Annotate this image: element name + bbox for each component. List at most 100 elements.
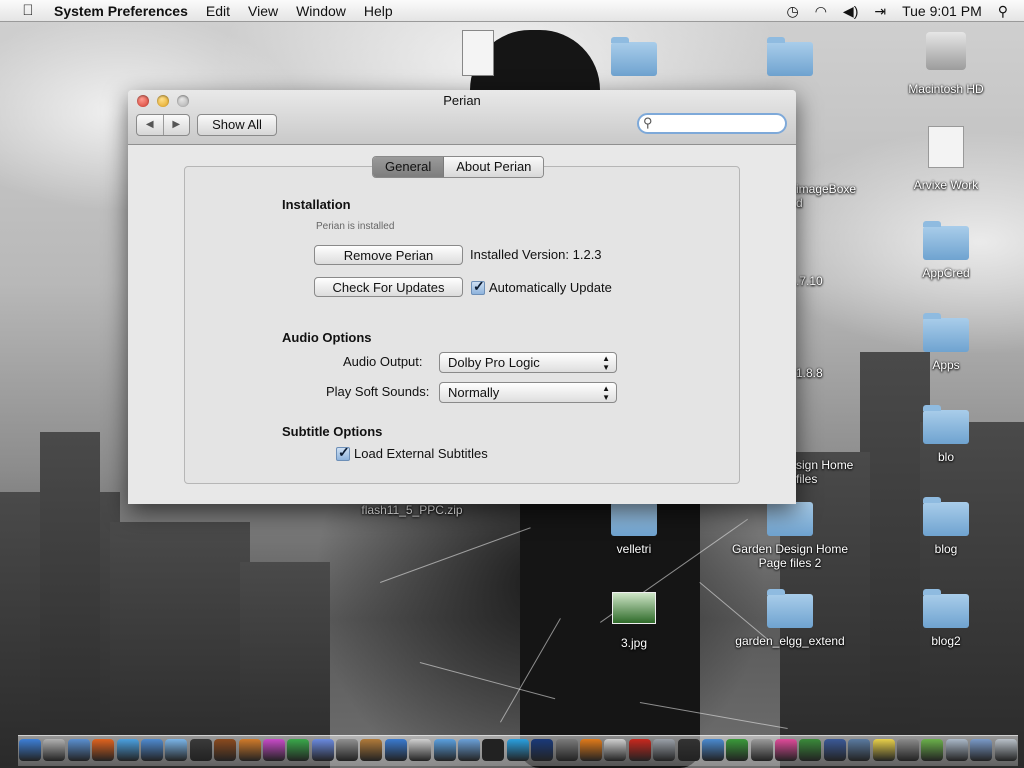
time-machine-icon[interactable]: ◷ (786, 3, 798, 20)
menu-view[interactable]: View (248, 3, 278, 19)
menu-edit[interactable]: Edit (206, 3, 230, 19)
back-arrow-icon[interactable]: ◀ (137, 115, 164, 135)
wifi-icon[interactable]: ◠ (815, 3, 827, 20)
stickies-icon[interactable] (873, 739, 895, 761)
firefox-icon[interactable] (92, 739, 114, 761)
desktop-icon-imageboxed[interactable]: imageBoxe d (796, 176, 866, 210)
ftp-icon[interactable] (263, 739, 285, 761)
dashboard-icon[interactable] (190, 739, 212, 761)
folder-icon (767, 37, 813, 76)
tab-about-perian[interactable]: About Perian (444, 157, 544, 177)
desktop-icon-blog2[interactable]: blog2 (891, 589, 1001, 648)
desktop-icon-blogstylo2012[interactable] (735, 37, 845, 76)
filezilla-icon[interactable] (629, 739, 651, 761)
system-prefs-icon[interactable] (897, 739, 919, 761)
migration-icon[interactable] (653, 739, 675, 761)
hard-drive-icon (926, 32, 966, 70)
desktop-icon-7-10[interactable]: .7.10 (796, 268, 846, 288)
launchpad-icon[interactable] (43, 739, 65, 761)
camera-icon[interactable] (678, 739, 700, 761)
desktop-icon-folder-top[interactable] (579, 37, 689, 76)
tab-bar: General About Perian (372, 156, 545, 178)
desktop-icon-garden-design-home-page-files-2[interactable]: Garden Design Home Page files 2 (725, 497, 855, 570)
keychain-icon[interactable] (751, 739, 773, 761)
remove-perian-button[interactable]: Remove Perian (314, 245, 463, 265)
mail-icon[interactable] (409, 739, 431, 761)
qq-icon[interactable] (385, 739, 407, 761)
search-field[interactable]: ⚲ (637, 113, 787, 134)
facebook-icon[interactable] (824, 739, 846, 761)
desktop-icon-velletri[interactable]: velletri (579, 497, 689, 556)
spotlight-icon[interactable]: ⚲ (998, 3, 1008, 20)
tab-general[interactable]: General (373, 157, 445, 177)
wordpress-icon[interactable] (239, 739, 261, 761)
photo-icon[interactable] (848, 739, 870, 761)
downloads-icon[interactable] (970, 739, 992, 761)
load-external-subtitles-checkbox[interactable]: Load External Subtitles (336, 444, 488, 461)
desktop-icon-3-jpg[interactable]: 3.jpg (579, 592, 689, 650)
search-input[interactable] (659, 116, 781, 132)
play-soft-sounds-label: Play Soft Sounds: (326, 384, 430, 399)
desktop-icon-blo[interactable]: blo (891, 405, 1001, 464)
desktop-icon-1-8-8[interactable]: 1.8.8 (796, 360, 846, 380)
desktop-icon-garden-elgg-extend[interactable]: garden_elgg_extend (725, 589, 855, 648)
image-icon (612, 592, 656, 624)
desktop-icon-appcred[interactable]: AppCred (891, 221, 1001, 280)
messenger-icon[interactable] (141, 739, 163, 761)
desktop-icon-garden-design-home-files[interactable]: sign Home files (796, 452, 866, 486)
vuze-icon[interactable] (726, 739, 748, 761)
folder-icon (767, 497, 813, 536)
auto-update-label: Automatically Update (489, 280, 612, 295)
flickr-icon[interactable] (775, 739, 797, 761)
chat-icon[interactable] (434, 739, 456, 761)
vlc-icon[interactable] (580, 739, 602, 761)
nvu-icon[interactable] (312, 739, 334, 761)
menu-help[interactable]: Help (364, 3, 393, 19)
installed-version: Installed Version: 1.2.3 (470, 247, 602, 262)
finder-icon[interactable] (702, 739, 724, 761)
folder-icon[interactable] (458, 739, 480, 761)
finder-icon[interactable] (19, 739, 41, 761)
leaf-icon[interactable] (287, 739, 309, 761)
window-toolbar: Perian ◀ ▶ Show All ⚲ (128, 90, 796, 145)
folder-icon (923, 589, 969, 628)
chess-icon[interactable] (556, 739, 578, 761)
desktop-icon-arvixe-work[interactable]: Arvixe Work (891, 126, 1001, 192)
terminal-icon[interactable] (482, 739, 504, 761)
window-title: Perian (443, 93, 481, 108)
desktop-icon-apps[interactable]: Apps (891, 313, 1001, 372)
tree-icon[interactable] (799, 739, 821, 761)
show-all-button[interactable]: Show All (197, 114, 277, 136)
preferences-icon[interactable] (336, 739, 358, 761)
trash-icon[interactable] (995, 739, 1017, 761)
desktop-icon-blog[interactable]: blog (891, 497, 1001, 556)
skype-icon[interactable] (507, 739, 529, 761)
safari-icon[interactable] (117, 739, 139, 761)
menu-bar:  System Preferences Edit View Window He… (0, 0, 1024, 22)
photoshop-icon[interactable] (531, 739, 553, 761)
itunes-icon[interactable] (165, 739, 187, 761)
clock[interactable]: Tue 9:01 PM (902, 3, 982, 19)
documents-icon[interactable] (946, 739, 968, 761)
forward-arrow-icon[interactable]: ▶ (164, 115, 190, 135)
check-for-updates-button[interactable]: Check For Updates (314, 277, 463, 297)
desktop-icon-macintosh-hd[interactable]: Macintosh HD (891, 32, 1001, 96)
input-source-icon[interactable]: ⇥ (874, 3, 886, 20)
preferences-window: Perian ◀ ▶ Show All ⚲ General About Peri… (128, 90, 796, 504)
play-icon[interactable] (921, 739, 943, 761)
play-soft-sounds-select[interactable]: Normally ▲ ▼ (439, 382, 617, 403)
volume-icon[interactable]: ◀) (843, 3, 858, 20)
calculator-icon[interactable] (604, 739, 626, 761)
menu-window[interactable]: Window (296, 3, 346, 19)
apple-icon[interactable]:  (18, 2, 38, 19)
audio-output-value: Dolby Pro Logic (448, 355, 540, 370)
audio-output-select[interactable]: Dolby Pro Logic ▲ ▼ (439, 352, 617, 373)
folder-icon (611, 497, 657, 536)
menu-extras: ◷ ◠ ◀) ⇥ Tue 9:01 PM ⚲ (786, 0, 1024, 22)
app-menu-system-preferences[interactable]: System Preferences (54, 3, 188, 19)
desktop-icon-zip[interactable] (458, 30, 498, 76)
preview-icon[interactable] (68, 739, 90, 761)
guitar-icon[interactable] (360, 739, 382, 761)
football-icon[interactable] (214, 739, 236, 761)
auto-update-checkbox[interactable]: Automatically Update (471, 278, 612, 295)
